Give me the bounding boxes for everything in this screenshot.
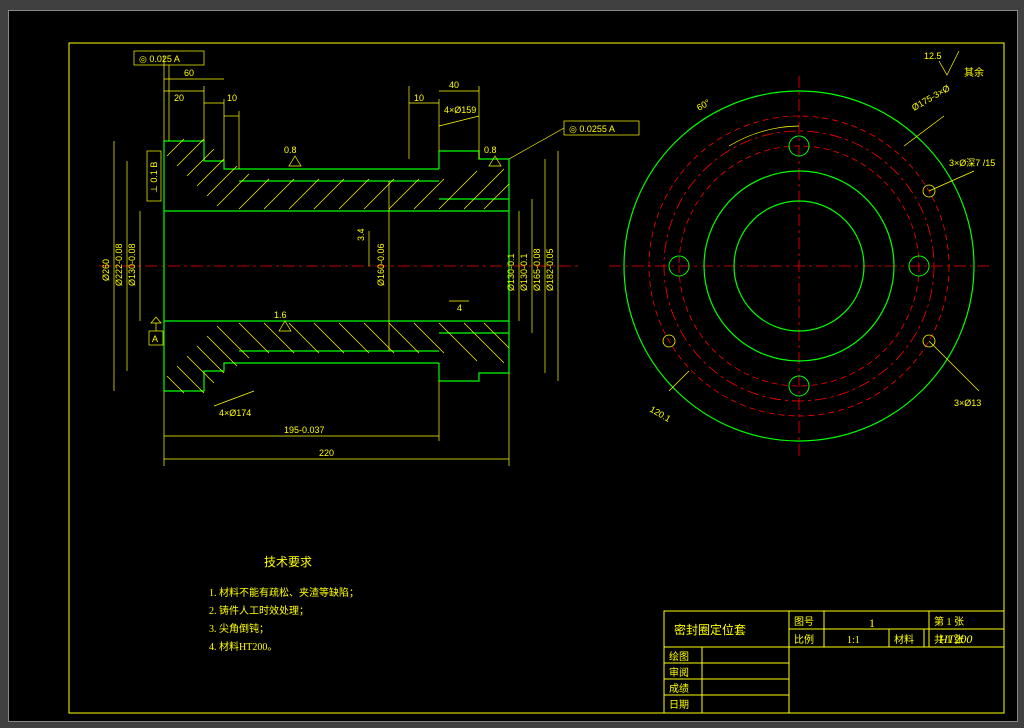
- tech-requirements: 技术要求 1. 材料不能有疏松、夹渣等缺陷； 2. 铸件人工时效处理； 3. 尖…: [209, 555, 359, 653]
- techreq-4: 4. 材料HT200。: [209, 640, 277, 653]
- tb-mat-lbl: 材料: [894, 633, 914, 646]
- tb-row-2: 成绩: [669, 682, 689, 695]
- title-block: 密封圈定位套 图号 1 第 1 张 共 1 张 比例 1:1 材料 HT200 …: [664, 611, 1004, 713]
- dim-34: 3.4: [356, 228, 366, 241]
- techreq-3: 3. 尖角倒钝；: [209, 622, 269, 635]
- dim-d130: Ø130-0.08: [127, 243, 137, 286]
- tb-row-3: 日期: [669, 699, 689, 711]
- dim-4x159: 4×Ø159: [444, 105, 476, 115]
- dim-d130b: Ø130-0.1: [506, 253, 516, 291]
- techreq-2: 2. 铸件人工时效处理；: [209, 604, 309, 617]
- tb-row-1: 审阅: [669, 666, 689, 679]
- dim-4x174: 4×Ø174: [219, 408, 251, 418]
- tb-sheetno-lbl: 图号: [794, 616, 814, 628]
- tb-pagecur: 第 1 张: [934, 615, 964, 628]
- techreq-title: 技术要求: [264, 555, 312, 569]
- r-124: 120.1: [648, 404, 673, 424]
- section-view: 60 20 10 10 40 4×Ø159 0.8 0.8 1.6: [99, 51, 639, 466]
- dim-d165: Ø165-0.08: [532, 248, 542, 291]
- tb-partname: 密封圈定位套: [674, 622, 746, 637]
- dim-220: 220: [319, 448, 334, 458]
- note-3xd7: 3×Ø深7 /15: [949, 158, 995, 168]
- dim-20: 20: [174, 93, 184, 103]
- cad-canvas[interactable]: 60 20 10 10 40 4×Ø159 0.8 0.8 1.6: [8, 10, 1018, 722]
- dim-60: 60: [184, 68, 194, 78]
- tb-mat: HT200: [938, 632, 972, 646]
- dim-d175: Ø175-3×Ø: [910, 83, 952, 113]
- sf-08a: 0.8: [284, 145, 297, 155]
- note-3x13: 3×Ø13: [954, 398, 981, 408]
- tb-scale: 1:1: [847, 635, 860, 646]
- perp-tol: ⊥ 0.1 B: [149, 162, 159, 193]
- tb-sheetno: 1: [869, 616, 875, 630]
- sf-08b: 0.8: [484, 145, 497, 155]
- fcf-left: ◎ 0.025 A: [139, 54, 180, 64]
- dim-d160: Ø160-0.06: [376, 243, 386, 286]
- fcf-right: ◎ 0.0255 A: [569, 124, 615, 134]
- dim-d222: Ø222-0.08: [114, 243, 124, 286]
- sf-16: 1.6: [274, 310, 287, 320]
- dim-d130c: Ø130-0.1: [519, 253, 529, 291]
- dim-d260: Ø260: [101, 259, 111, 281]
- dim-10a: 10: [227, 93, 237, 103]
- dim-195: 195-0.037: [284, 425, 325, 435]
- datum-a: A: [152, 334, 158, 344]
- dim-10b: 10: [414, 93, 424, 103]
- end-view: 3×Ø深7 /15 3×Ø13 Ø175-3×Ø 60° 120.1 12.5 …: [609, 51, 995, 456]
- techreq-1: 1. 材料不能有疏松、夹渣等缺陷；: [209, 586, 359, 599]
- dim-d182: Ø182-0.05: [545, 248, 555, 291]
- sf-125: 12.5: [924, 51, 942, 61]
- tb-scale-lbl: 比例: [794, 633, 814, 646]
- cad-drawing-svg: 60 20 10 10 40 4×Ø159 0.8 0.8 1.6: [9, 11, 1017, 721]
- dim-40: 40: [449, 80, 459, 90]
- angle-60: 60°: [695, 97, 712, 113]
- dim-4: 4: [457, 303, 462, 313]
- tb-row-0: 绘图: [669, 650, 689, 663]
- sf-rest: 其余: [964, 66, 984, 79]
